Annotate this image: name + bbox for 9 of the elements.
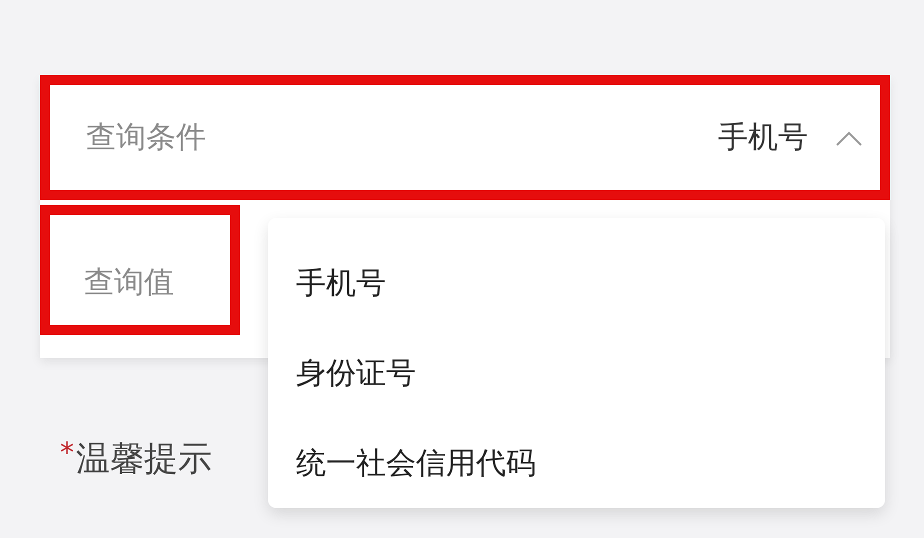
dropdown-option[interactable]: 统一社会信用代码 (296, 418, 536, 508)
select-value[interactable]: 手机号 (718, 117, 808, 158)
caret-icon[interactable] (836, 130, 862, 146)
required-mark: * (60, 436, 74, 469)
dropdown-option[interactable]: 身份证号 (296, 328, 416, 418)
tip-title: 温馨提示 (76, 438, 212, 481)
field-label: 查询条件 (86, 119, 207, 157)
field-label: 查询值 (84, 264, 175, 302)
dropdown-option[interactable]: 手机号 (296, 238, 386, 328)
